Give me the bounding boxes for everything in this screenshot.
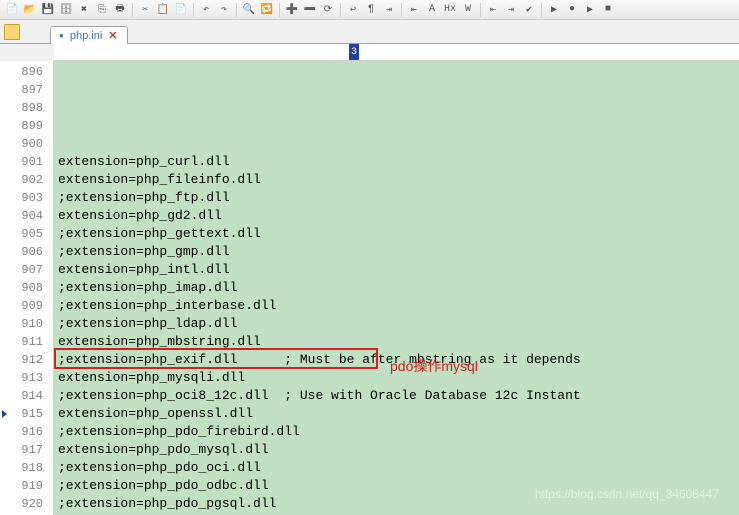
paste-icon[interactable]: 📄 <box>173 2 189 18</box>
line-number: 915 <box>0 405 53 423</box>
code-line[interactable]: ;extension=php_pdo_odbc.dll <box>54 477 739 495</box>
toolbar-separator <box>401 3 402 17</box>
code-line[interactable]: ;extension=php_oci8_12c.dll ; Use with O… <box>54 387 739 405</box>
line-number: 897 <box>0 81 53 99</box>
toolbar-separator <box>480 3 481 17</box>
line-number: 914 <box>0 387 53 405</box>
code-line[interactable]: extension=php_pdo_mysql.dll <box>54 441 739 459</box>
font-a-icon[interactable]: A <box>424 2 440 18</box>
line-number: 906 <box>0 243 53 261</box>
toolbar-separator <box>132 3 133 17</box>
line-number: 909 <box>0 297 53 315</box>
toolbar: 📄📂💾🗄✖⎘🖶✂📋📄↶↷🔍🔁➕➖⟳↩¶⇥⇤AHxW⇤⇥✔▶●▶■ <box>0 0 739 20</box>
code-area[interactable]: pdo操作mysql https://blog.csdn.net/qq_3460… <box>54 61 739 515</box>
line-number: 919 <box>0 477 53 495</box>
code-line[interactable]: extension=php_openssl.dll <box>54 405 739 423</box>
replace-icon[interactable]: 🔁 <box>259 2 275 18</box>
line-number: 901 <box>0 153 53 171</box>
code-line[interactable]: ;extension=php_gmp.dll <box>54 243 739 261</box>
find-icon[interactable]: 🔍 <box>241 2 257 18</box>
annotation-text: pdo操作mysql <box>390 357 478 375</box>
line-number: 896 <box>0 63 53 81</box>
wrap-icon[interactable]: ↩ <box>345 2 361 18</box>
indent-icon[interactable]: ⇥ <box>381 2 397 18</box>
run-icon[interactable]: ▶ <box>546 2 562 18</box>
code-line[interactable]: ;extension=php_pdo_firebird.dll <box>54 423 739 441</box>
open-icon[interactable]: 📂 <box>22 2 38 18</box>
undo-icon[interactable]: ↶ <box>198 2 214 18</box>
redo-icon[interactable]: ↷ <box>216 2 232 18</box>
sync-icon[interactable]: ⟳ <box>320 2 336 18</box>
toolbar-separator <box>236 3 237 17</box>
line-number: 916 <box>0 423 53 441</box>
line-number: 898 <box>0 99 53 117</box>
code-line[interactable]: extension=php_mbstring.dll <box>54 333 739 351</box>
line-number: 900 <box>0 135 53 153</box>
code-line[interactable]: extension=php_intl.dll <box>54 261 739 279</box>
line-number: 904 <box>0 207 53 225</box>
hex-icon[interactable]: Hx <box>442 2 458 18</box>
code-line[interactable]: extension=php_curl.dll <box>54 153 739 171</box>
toolbar-separator <box>340 3 341 17</box>
zoomout-icon[interactable]: ➖ <box>302 2 318 18</box>
new-icon[interactable]: 📄 <box>4 2 20 18</box>
ruler: ----+----1----+----2----+----3----+----4… <box>54 44 739 61</box>
saveall-icon[interactable]: 🗄 <box>58 2 74 18</box>
code-line[interactable]: ;extension=php_pdo_oci.dll <box>54 459 739 477</box>
code-line[interactable]: extension=php_fileinfo.dll <box>54 171 739 189</box>
ruler-cursor-mark: 3 <box>349 44 359 60</box>
line-number: 913 <box>0 369 53 387</box>
word-icon[interactable]: W <box>460 2 476 18</box>
tab-bar: ● php.ini ✕ <box>0 20 739 44</box>
unindent2-icon[interactable]: ⇤ <box>485 2 501 18</box>
code-line[interactable]: ;extension=php_ftp.dll <box>54 189 739 207</box>
invisible-icon[interactable]: ¶ <box>363 2 379 18</box>
line-number: 905 <box>0 225 53 243</box>
macro-icon[interactable]: ● <box>564 2 580 18</box>
code-line[interactable]: ;extension=php_pdo_pgsql.dll <box>54 495 739 513</box>
indent2-icon[interactable]: ⇥ <box>503 2 519 18</box>
code-line[interactable]: ;extension=php_imap.dll <box>54 279 739 297</box>
line-number: 917 <box>0 441 53 459</box>
line-number: 910 <box>0 315 53 333</box>
print-icon[interactable]: 🖶 <box>112 2 128 18</box>
outdent-icon[interactable]: ⇤ <box>406 2 422 18</box>
folder-icon[interactable] <box>4 24 20 40</box>
code-line[interactable]: extension=php_gd2.dll <box>54 207 739 225</box>
closeall-icon[interactable]: ⎘ <box>94 2 110 18</box>
tab-filename: php.ini <box>70 30 102 42</box>
stop-icon[interactable]: ■ <box>600 2 616 18</box>
line-number: 918 <box>0 459 53 477</box>
code-line[interactable]: ;extension=php_gettext.dll <box>54 225 739 243</box>
code-line[interactable]: ;extension=php_ldap.dll <box>54 315 739 333</box>
code-line[interactable]: ;extension=php_interbase.dll <box>54 297 739 315</box>
close-icon[interactable]: ✖ <box>76 2 92 18</box>
line-number: 899 <box>0 117 53 135</box>
line-number: 920 <box>0 495 53 513</box>
play-icon[interactable]: ▶ <box>582 2 598 18</box>
editor-area: 8968978988999009019029039049059069079089… <box>0 61 739 515</box>
check-icon[interactable]: ✔ <box>521 2 537 18</box>
toolbar-separator <box>279 3 280 17</box>
toolbar-separator <box>541 3 542 17</box>
line-number: 908 <box>0 279 53 297</box>
cut-icon[interactable]: ✂ <box>137 2 153 18</box>
line-number: 912 <box>0 351 53 369</box>
line-number-gutter: 8968978988999009019029039049059069079089… <box>0 61 54 515</box>
file-tab[interactable]: ● php.ini ✕ <box>50 26 128 44</box>
line-number: 903 <box>0 189 53 207</box>
line-number: 907 <box>0 261 53 279</box>
zoomin-icon[interactable]: ➕ <box>284 2 300 18</box>
copy-icon[interactable]: 📋 <box>155 2 171 18</box>
toolbar-separator <box>193 3 194 17</box>
tab-close-icon[interactable]: ✕ <box>108 29 117 42</box>
line-number: 911 <box>0 333 53 351</box>
line-number: 902 <box>0 171 53 189</box>
modified-dot-icon: ● <box>59 31 64 40</box>
save-icon[interactable]: 💾 <box>40 2 56 18</box>
